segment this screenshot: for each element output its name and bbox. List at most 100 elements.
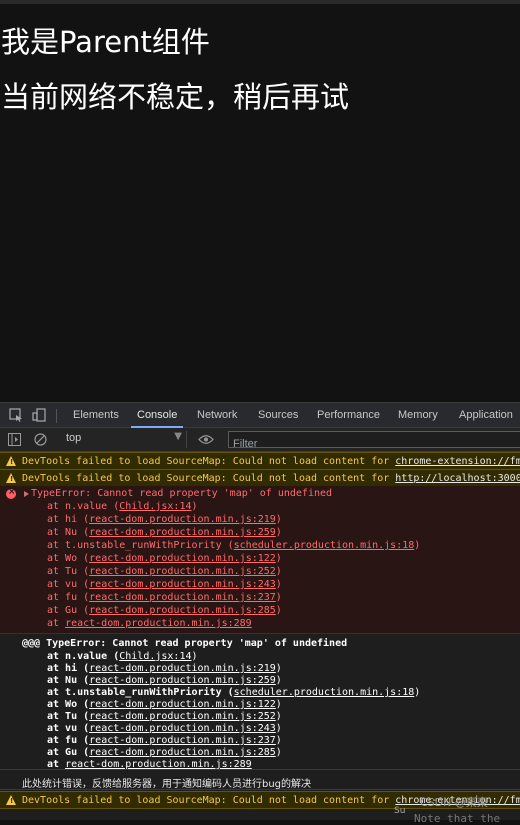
stack-frame-suffix: ) xyxy=(275,675,282,686)
stack-frame-link[interactable]: react-dom.production.min.js:252 xyxy=(89,711,276,722)
network-message: 当前网络不稳定，稍后再试 xyxy=(1,80,350,114)
filter-field[interactable] xyxy=(228,431,520,451)
stack-frame-suffix: ) xyxy=(275,711,282,722)
console-error: × TypeError: Cannot read property 'map' … xyxy=(0,486,520,634)
warning-text: DevTools failed to load SourceMap: Could… xyxy=(22,473,396,484)
stack-frame-suffix: ) xyxy=(275,566,282,577)
stack-frame-call: at hi ( xyxy=(47,514,90,525)
tab-console[interactable]: Console xyxy=(130,403,184,428)
inspect-element-icon[interactable] xyxy=(9,408,23,422)
eye-icon[interactable] xyxy=(198,434,214,445)
stack-frame-link[interactable]: react-dom.production.min.js:259 xyxy=(89,675,276,686)
console-log: @@@ TypeError: Cannot read property 'map… xyxy=(0,636,520,770)
console-info: 此处统计错误，反馈给服务器，用于通知编码人员进行bug的解决 xyxy=(0,772,520,790)
context-value: top xyxy=(66,432,82,444)
console-toolbar: top ▼ xyxy=(0,428,520,452)
warning-icon: ! xyxy=(6,456,16,466)
expand-triangle-icon[interactable] xyxy=(24,491,29,497)
stack-frame: at Tu (react-dom.production.min.js:252) xyxy=(47,566,282,577)
stack-frame-link[interactable]: Child.jsx:14 xyxy=(119,651,191,662)
stack-frame-call: at fu ( xyxy=(47,592,90,603)
stack-frame-call: at n.value ( xyxy=(47,651,120,662)
context-selector[interactable]: top ▼ xyxy=(58,431,187,448)
stack-frame-call: at xyxy=(47,618,66,629)
drawer-vertical-label: Su xyxy=(394,806,406,816)
stack-frame-suffix: ) xyxy=(414,540,421,551)
stack-frame: at fu (react-dom.production.min.js:237) xyxy=(47,592,282,603)
stack-frame-link[interactable]: scheduler.production.min.js:18 xyxy=(234,540,415,551)
devtools-tab-bar: Elements Console Network Sources Perform… xyxy=(0,402,520,428)
warning-text: DevTools failed to load SourceMap: Could… xyxy=(22,456,396,467)
stack-frame-link[interactable]: scheduler.production.min.js:18 xyxy=(234,687,415,698)
stack-frame-suffix: ) xyxy=(275,592,282,603)
tab-performance[interactable]: Performance xyxy=(317,403,380,428)
sidebar-toggle-icon[interactable] xyxy=(8,433,21,446)
filter-input[interactable] xyxy=(229,437,517,451)
stack-frame-link[interactable]: react-dom.production.min.js:219 xyxy=(89,663,276,674)
warning-icon: ! xyxy=(6,795,16,805)
stack-frame: at Nu (react-dom.production.min.js:259) xyxy=(47,675,282,686)
tab-application[interactable]: Application xyxy=(459,403,513,428)
stack-frame-suffix: ) xyxy=(191,501,198,512)
stack-frame-link[interactable]: react-dom.production.min.js:243 xyxy=(89,579,276,590)
stack-frame-suffix: ) xyxy=(275,663,282,674)
tab-memory[interactable]: Memory xyxy=(398,403,438,428)
stack-frame-call: at vu ( xyxy=(47,579,90,590)
stack-frame: at t.unstable_runWithPriority (scheduler… xyxy=(47,540,420,551)
stack-frame-link[interactable]: react-dom.production.min.js:285 xyxy=(89,605,276,616)
stack-frame: at Tu (react-dom.production.min.js:252) xyxy=(47,711,282,722)
stack-frame-link[interactable]: react-dom.production.min.js:237 xyxy=(89,592,276,603)
parent-heading: 我是Parent组件 xyxy=(1,25,210,59)
warning-source-link[interactable]: chrome-extension://fmk xyxy=(395,456,520,467)
page-viewport: 我是Parent组件 当前网络不稳定，稍后再试 xyxy=(0,4,520,402)
warning-icon: ! xyxy=(6,473,16,483)
stack-frame-suffix: ) xyxy=(275,527,282,538)
stack-frame-link[interactable]: react-dom.production.min.js:289 xyxy=(65,618,252,629)
stack-frame-call: at n.value ( xyxy=(47,501,120,512)
stack-frame: at Wo (react-dom.production.min.js:122) xyxy=(47,553,282,564)
stack-frame-suffix: ) xyxy=(275,579,282,590)
clear-console-icon[interactable] xyxy=(34,433,47,446)
stack-frame: at react-dom.production.min.js:289 xyxy=(47,618,252,629)
stack-frame-link[interactable]: react-dom.production.min.js:259 xyxy=(89,527,276,538)
stack-frame-link[interactable]: react-dom.production.min.js:237 xyxy=(89,735,276,746)
stack-frame-suffix: ) xyxy=(275,723,282,734)
stack-frame-call: at Wo ( xyxy=(47,699,90,710)
stack-frame-call: at Nu ( xyxy=(47,527,90,538)
device-toolbar-icon[interactable] xyxy=(32,408,46,422)
stack-frame-link[interactable]: react-dom.production.min.js:122 xyxy=(89,553,276,564)
stack-frame: at hi (react-dom.production.min.js:219) xyxy=(47,514,282,525)
stack-frame: at Gu (react-dom.production.min.js:285) xyxy=(47,605,282,616)
stack-frame: at n.value (Child.jsx:14) xyxy=(47,501,198,512)
stack-frame-suffix: ) xyxy=(414,687,421,698)
tab-network[interactable]: Network xyxy=(197,403,237,428)
stack-frame-suffix: ) xyxy=(275,553,282,564)
warning-source-link[interactable]: http://localhost:3000/ xyxy=(395,473,520,484)
stack-frame-call: at Gu ( xyxy=(47,605,90,616)
stack-frame-call: at Wo ( xyxy=(47,553,90,564)
log-message: @@@ TypeError: Cannot read property 'map… xyxy=(22,638,348,649)
stack-frame-call: at Nu ( xyxy=(47,675,90,686)
stack-frame-link[interactable]: react-dom.production.min.js:289 xyxy=(65,759,252,769)
stack-frame-call: at fu ( xyxy=(47,735,90,746)
stack-frame-suffix: ) xyxy=(275,747,282,758)
stack-frame-link[interactable]: react-dom.production.min.js:122 xyxy=(89,699,276,710)
note-text: Note that the xyxy=(414,812,501,825)
stack-frame-link[interactable]: react-dom.production.min.js:252 xyxy=(89,566,276,577)
stack-frame-link[interactable]: react-dom.production.min.js:219 xyxy=(89,514,276,525)
stack-frame-link[interactable]: react-dom.production.min.js:285 xyxy=(89,747,276,758)
console-output: ! DevTools failed to load SourceMap: Cou… xyxy=(0,452,520,820)
stack-frame-suffix: ) xyxy=(275,699,282,710)
stack-frame-link[interactable]: Child.jsx:14 xyxy=(119,501,191,512)
stack-frame-call: at Tu ( xyxy=(47,711,90,722)
stack-frame-call: at Gu ( xyxy=(47,747,90,758)
stack-frame-call: at vu ( xyxy=(47,723,90,734)
stack-frame-suffix: ) xyxy=(191,651,198,662)
stack-frame: at vu (react-dom.production.min.js:243) xyxy=(47,723,282,734)
stack-frame-suffix: ) xyxy=(275,735,282,746)
stack-frame-link[interactable]: react-dom.production.min.js:243 xyxy=(89,723,276,734)
console-warning: ! DevTools failed to load SourceMap: Cou… xyxy=(0,469,520,487)
tab-sources[interactable]: Sources xyxy=(258,403,298,428)
console-warning: ! DevTools failed to load SourceMap: Cou… xyxy=(0,452,520,470)
tab-elements[interactable]: Elements xyxy=(73,403,119,428)
